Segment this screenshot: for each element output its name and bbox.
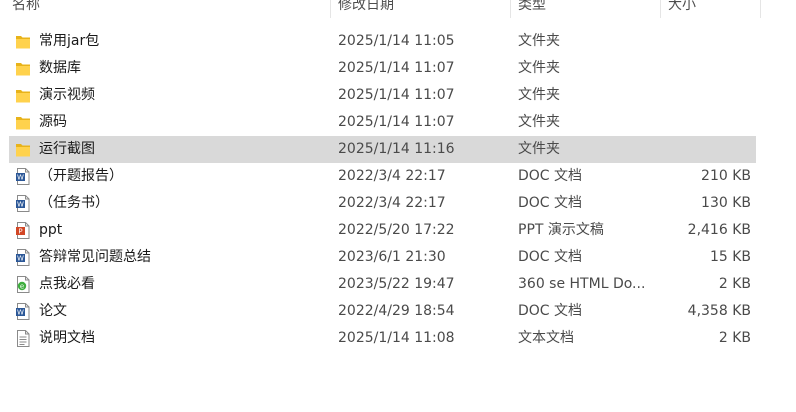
column-header: 名称 修改日期 类型 大小 <box>0 0 761 18</box>
file-name: 点我必看 <box>39 276 95 292</box>
file-row[interactable]: W （任务书） 2022/3/4 22:17 DOC 文档 130 KB <box>9 190 756 217</box>
file-date: 2025/1/14 11:16 <box>338 141 455 157</box>
file-row[interactable]: 演示视频 2025/1/14 11:07 文件夹 <box>9 82 756 109</box>
file-name: 演示视频 <box>39 87 95 103</box>
svg-text:P: P <box>18 228 22 236</box>
column-header-name[interactable]: 名称 <box>12 0 40 18</box>
file-row[interactable]: Pppt 2022/5/20 17:22 PPT 演示文稿 2,416 KB <box>9 217 756 244</box>
file-type: 360 se HTML Do... <box>518 276 646 292</box>
svg-text:W: W <box>17 174 24 182</box>
file-type: DOC 文档 <box>518 249 583 265</box>
file-date: 2025/1/14 11:05 <box>338 33 455 49</box>
svg-text:W: W <box>17 309 24 317</box>
file-type: PPT 演示文稿 <box>518 222 604 238</box>
folder-icon <box>15 33 31 50</box>
file-name: 源码 <box>39 114 67 130</box>
file-size: 4,358 KB <box>687 303 751 319</box>
file-name: （任务书） <box>39 195 109 211</box>
file-date: 2023/6/1 21:30 <box>338 249 446 265</box>
folder-icon <box>15 114 31 131</box>
file-type: 文本文档 <box>518 330 574 346</box>
word-doc-icon: W <box>15 195 31 212</box>
column-header-type[interactable]: 类型 <box>518 0 546 18</box>
file-name: 数据库 <box>39 60 81 76</box>
folder-icon <box>15 60 31 77</box>
folder-icon <box>15 141 31 158</box>
file-date: 2022/3/4 22:17 <box>338 195 446 211</box>
file-type: 文件夹 <box>518 141 560 157</box>
file-type: 文件夹 <box>518 33 560 49</box>
column-divider[interactable] <box>760 0 761 18</box>
file-row[interactable]: 数据库 2025/1/14 11:07 文件夹 <box>9 55 756 82</box>
file-type: DOC 文档 <box>518 303 583 319</box>
word-doc-icon: W <box>15 249 31 266</box>
file-name: 答辩常见问题总结 <box>39 249 151 265</box>
file-row[interactable]: W （开题报告） 2022/3/4 22:17 DOC 文档 210 KB <box>9 163 756 190</box>
folder-icon <box>15 87 31 104</box>
column-divider[interactable] <box>510 0 511 18</box>
file-type: DOC 文档 <box>518 195 583 211</box>
file-row[interactable]: W 答辩常见问题总结 2023/6/1 21:30 DOC 文档 15 KB <box>9 244 756 271</box>
svg-text:e: e <box>20 283 24 291</box>
file-type: 文件夹 <box>518 87 560 103</box>
file-size: 2,416 KB <box>687 222 751 238</box>
file-row[interactable]: e 点我必看 2023/5/22 19:47 360 se HTML Do... 2 K… <box>9 271 756 298</box>
word-doc-icon: W <box>15 168 31 185</box>
file-date: 2025/1/14 11:08 <box>338 330 455 346</box>
file-name: 运行截图 <box>39 141 95 157</box>
text-doc-icon <box>15 330 31 347</box>
file-date: 2025/1/14 11:07 <box>338 60 455 76</box>
file-date: 2025/1/14 11:07 <box>338 87 455 103</box>
file-name: （开题报告） <box>39 168 123 184</box>
svg-text:W: W <box>17 255 24 263</box>
word-doc-icon: W <box>15 303 31 320</box>
file-size: 15 KB <box>709 249 751 265</box>
file-type: 文件夹 <box>518 114 560 130</box>
column-header-date[interactable]: 修改日期 <box>338 0 394 18</box>
file-date: 2022/3/4 22:17 <box>338 168 446 184</box>
file-name: 常用jar包 <box>39 33 100 49</box>
file-date: 2023/5/22 19:47 <box>338 276 455 292</box>
file-size: 2 KB <box>718 276 751 292</box>
file-name: 说明文档 <box>39 330 95 346</box>
file-type: 文件夹 <box>518 60 560 76</box>
file-name: 论文 <box>39 303 67 319</box>
column-divider[interactable] <box>330 0 331 18</box>
file-row[interactable]: W 论文 2022/4/29 18:54 DOC 文档 4,358 KB <box>9 298 756 325</box>
svg-text:W: W <box>17 201 24 209</box>
column-header-size[interactable]: 大小 <box>668 0 696 18</box>
ppt-doc-icon: P <box>15 222 31 239</box>
html-doc-icon: e <box>15 276 31 293</box>
file-row[interactable]: 常用jar包 2025/1/14 11:05 文件夹 <box>9 28 756 55</box>
file-size: 130 KB <box>701 195 751 211</box>
file-row-selected[interactable]: 运行截图 2025/1/14 11:16 文件夹 <box>9 136 756 163</box>
file-name: ppt <box>39 222 63 238</box>
file-row[interactable]: 说明文档 2025/1/14 11:08 文本文档 2 KB <box>9 325 756 352</box>
file-size: 210 KB <box>701 168 751 184</box>
file-size: 2 KB <box>718 330 751 346</box>
column-divider[interactable] <box>660 0 661 18</box>
file-type: DOC 文档 <box>518 168 583 184</box>
file-date: 2022/5/20 17:22 <box>338 222 455 238</box>
file-date: 2025/1/14 11:07 <box>338 114 455 130</box>
file-date: 2022/4/29 18:54 <box>338 303 455 319</box>
file-row[interactable]: 源码 2025/1/14 11:07 文件夹 <box>9 109 756 136</box>
